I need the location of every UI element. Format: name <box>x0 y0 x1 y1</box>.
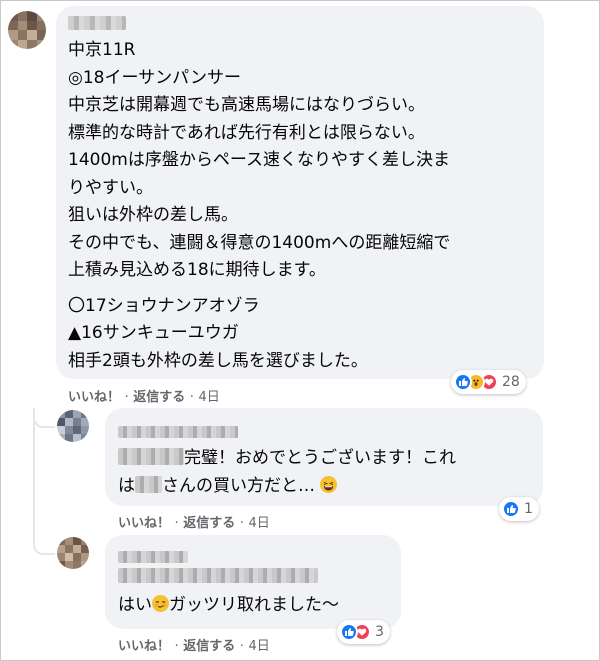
comment-redacted-text <box>118 568 318 587</box>
comment-line: 完璧！おめでとうございます！これ <box>184 448 456 468</box>
separator: · <box>239 516 244 531</box>
separator: · <box>124 390 129 405</box>
reaction-summary[interactable]: 1 <box>499 497 539 521</box>
like-button[interactable]: いいね！ <box>68 390 120 405</box>
comment-line: 1400mは序盤からペース速くなりやすく差し決ま <box>68 150 450 170</box>
avatar[interactable] <box>57 410 89 442</box>
like-icon <box>340 623 358 641</box>
comment-actions: いいね！ · 返信する · 4日 <box>118 512 270 531</box>
comment-line: は <box>118 475 135 496</box>
reaction-count: 28 <box>502 374 520 390</box>
like-icon <box>454 373 472 391</box>
reply-button[interactable]: 返信する <box>183 639 235 654</box>
comment-line: 中京芝は開幕週でも高速馬場にはなりづらい。 <box>68 95 425 115</box>
comment-actions: いいね！ · 返信する · 4日 <box>68 386 220 405</box>
thread-line <box>33 420 55 555</box>
like-icon <box>502 500 520 518</box>
comment-line: 狙いは外枠の差し馬。 <box>68 205 238 225</box>
comment-line: 〇17ショウナンアオゾラ <box>68 295 260 316</box>
comment-bubble: はい ガッツリ取れました〜 <box>105 535 401 629</box>
comment-text: 中京11R ◎18イーサンパンサー 中京芝は開幕週でも高速馬場にはなりづらい。 … <box>68 37 450 375</box>
comment-line: りやすい。 <box>68 177 153 198</box>
smirking-face-icon <box>152 595 169 612</box>
comment-text: はい ガッツリ取れました〜 <box>118 592 339 620</box>
mention-redacted[interactable] <box>135 475 162 493</box>
comment-line: その中でも、連闘＆得意の1400mへの距離短縮で <box>68 232 451 253</box>
separator: · <box>174 639 179 654</box>
comment-line: 相手2頭も外枠の差し馬を選びました。 <box>68 350 368 371</box>
comment-bubble: 中京11R ◎18イーサンパンサー 中京芝は開幕週でも高速馬場にはなりづらい。 … <box>56 6 544 379</box>
comment-text: 完璧！おめでとうございます！これ は さんの買い方だと… <box>118 445 456 500</box>
comment-bubble: 完璧！おめでとうございます！これ は さんの買い方だと… <box>105 408 543 506</box>
comment-line: はい <box>118 595 152 615</box>
separator: · <box>174 516 179 531</box>
comment-line: 標準的な時計であれば先行有利とは限らない。 <box>68 122 425 143</box>
separator: · <box>239 639 244 654</box>
mention-redacted[interactable] <box>118 448 184 465</box>
comment-line: 中京11R <box>68 40 136 60</box>
comment-line: ガッツリ取れました〜 <box>169 595 339 615</box>
separator: · <box>189 390 194 405</box>
timestamp[interactable]: 4日 <box>248 516 269 531</box>
comment-line: ▲16サンキューユウガ <box>68 323 239 343</box>
laughing-face-icon <box>320 475 338 493</box>
comment-actions: いいね！ · 返信する · 4日 <box>118 635 270 654</box>
avatar[interactable] <box>8 11 46 49</box>
reaction-count: 3 <box>375 624 384 640</box>
commenter-name[interactable] <box>118 548 188 567</box>
reaction-summary[interactable]: 3 <box>337 620 390 644</box>
like-button[interactable]: いいね！ <box>118 639 170 654</box>
comment-line: さんの買い方だと… <box>162 475 315 496</box>
timestamp[interactable]: 4日 <box>198 390 219 405</box>
like-button[interactable]: いいね！ <box>118 516 170 531</box>
reply-button[interactable]: 返信する <box>183 516 235 531</box>
reaction-count: 1 <box>524 501 533 517</box>
reaction-summary[interactable]: 28 <box>451 370 526 394</box>
comment-line: 上積み見込める18に期待します。 <box>68 260 326 280</box>
commenter-name[interactable] <box>118 423 238 442</box>
timestamp[interactable]: 4日 <box>248 639 269 654</box>
avatar[interactable] <box>57 537 89 569</box>
reply-button[interactable]: 返信する <box>133 390 185 405</box>
comment-line: ◎18イーサンパンサー <box>68 67 241 88</box>
commenter-name[interactable] <box>68 15 126 34</box>
